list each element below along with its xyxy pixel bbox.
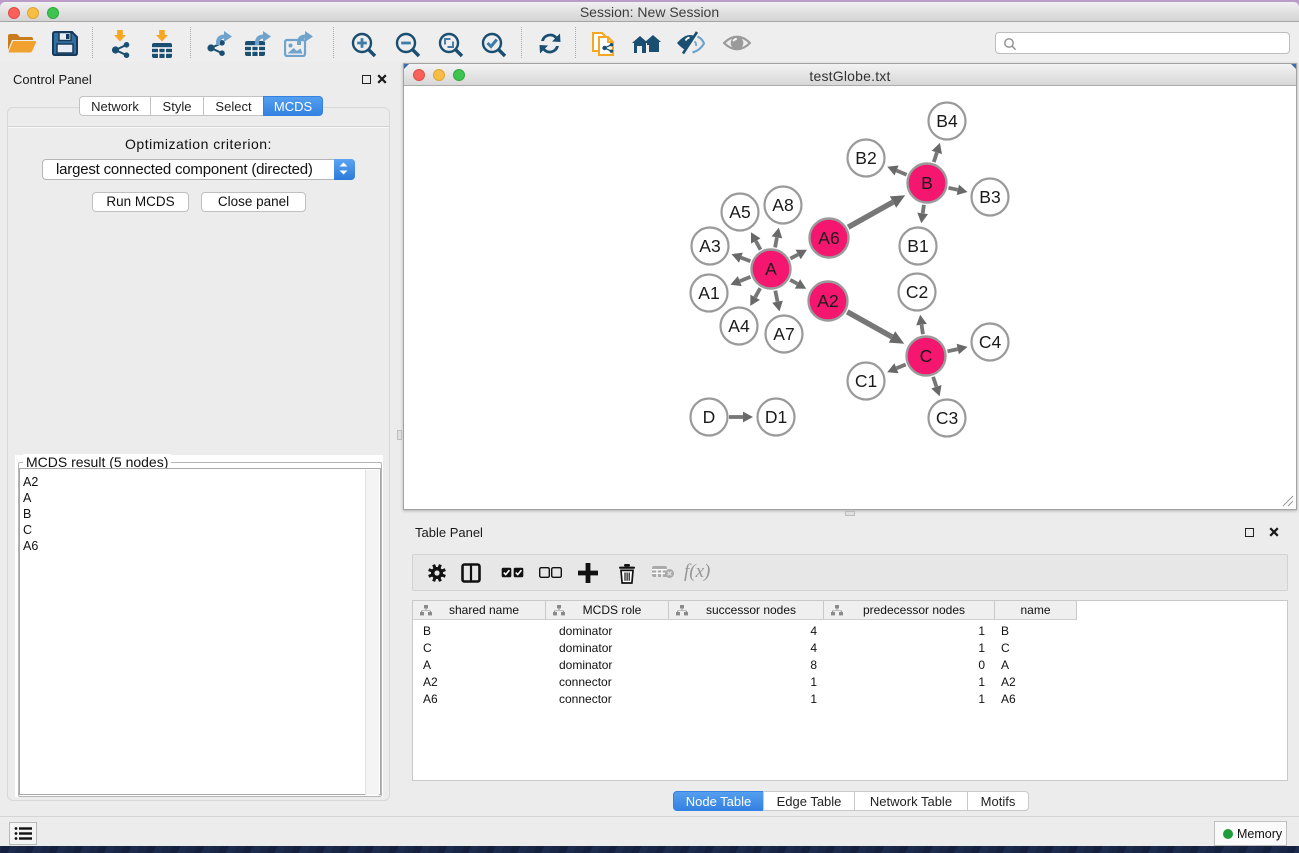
svg-text:D1: D1 xyxy=(765,407,787,427)
svg-text:D: D xyxy=(703,407,716,427)
svg-text:A3: A3 xyxy=(699,236,720,256)
svg-text:C2: C2 xyxy=(906,282,928,302)
svg-text:A7: A7 xyxy=(773,324,794,344)
svg-text:C: C xyxy=(920,346,933,366)
svg-text:A5: A5 xyxy=(729,202,750,222)
svg-text:B4: B4 xyxy=(936,111,958,131)
svg-text:A1: A1 xyxy=(698,283,719,303)
svg-text:A: A xyxy=(765,259,777,279)
svg-text:A2: A2 xyxy=(817,291,838,311)
svg-text:B: B xyxy=(921,173,933,193)
svg-text:B1: B1 xyxy=(907,236,928,256)
svg-text:C3: C3 xyxy=(936,408,958,428)
svg-text:A8: A8 xyxy=(772,195,793,215)
svg-text:A4: A4 xyxy=(728,316,750,336)
svg-text:B2: B2 xyxy=(855,148,876,168)
svg-text:C1: C1 xyxy=(855,371,877,391)
svg-text:A6: A6 xyxy=(818,228,839,248)
svg-text:C4: C4 xyxy=(979,332,1002,352)
svg-text:B3: B3 xyxy=(979,187,1000,207)
